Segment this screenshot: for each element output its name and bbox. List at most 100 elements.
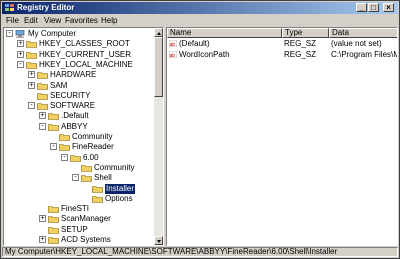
folder-icon	[48, 226, 59, 234]
folder-icon	[81, 175, 92, 182]
folder-icon	[37, 92, 48, 100]
tree-node-label: HARDWARE	[50, 70, 97, 80]
value-data: (value not set)	[331, 39, 382, 48]
tree-node[interactable]: Installer	[4, 183, 154, 194]
tree-node-label: Community	[94, 162, 135, 172]
tree-node[interactable]: + ACD Systems	[4, 235, 154, 245]
tree-node[interactable]: SETUP	[4, 225, 154, 235]
column-name[interactable]: Name	[167, 28, 282, 38]
tree-vertical-scrollbar[interactable]	[154, 28, 163, 245]
registry-app-icon	[5, 4, 14, 11]
folder-icon	[48, 216, 59, 224]
tree-node[interactable]: - 6.00	[4, 153, 154, 163]
expand-icon[interactable]: +	[17, 50, 24, 58]
expand-icon[interactable]: +	[28, 81, 35, 89]
tree-node[interactable]: - SOFTWARE	[4, 101, 154, 111]
string-value-icon: ab	[169, 40, 177, 47]
expand-icon[interactable]: +	[39, 112, 46, 120]
maximize-button[interactable]: □	[368, 3, 379, 12]
tree-node-label: SOFTWARE	[50, 101, 96, 111]
folder-icon	[48, 206, 59, 213]
tree-node[interactable]: - Shell	[4, 173, 154, 183]
folder-icon	[92, 185, 103, 193]
svg-text:ab: ab	[170, 42, 176, 47]
value-type: REG_SZ	[284, 39, 317, 48]
minimize-button[interactable]: _	[356, 3, 367, 12]
tree-node[interactable]: - My Computer	[4, 29, 154, 39]
tree-node[interactable]: Options	[4, 194, 154, 204]
registry-editor-window: Registry Editor _ □ × File Edit View Fav…	[0, 0, 400, 259]
folder-icon	[48, 237, 59, 244]
collapse-icon[interactable]: -	[50, 143, 57, 151]
folder-icon	[26, 41, 37, 49]
tree-node[interactable]: + ScanManager	[4, 214, 154, 224]
tree-node-label: FineSTI	[61, 204, 90, 214]
title-bar[interactable]: Registry Editor _ □ ×	[2, 2, 398, 14]
registry-tree-pane[interactable]: - My Computer + HKEY_CLASSES_ROOT + HKEY_CURR…	[3, 27, 164, 246]
menu-favorites[interactable]: Favorites	[65, 16, 98, 25]
column-header: Name Type Data	[167, 28, 397, 38]
menu-edit[interactable]: Edit	[24, 16, 38, 25]
tree-node[interactable]: - HKEY_LOCAL_MACHINE	[4, 60, 154, 70]
status-bar: My Computer\HKEY_LOCAL_MACHINE\SOFTWARE\…	[2, 247, 398, 257]
tree-node-label: SETUP	[61, 224, 88, 234]
folder-icon	[81, 165, 92, 172]
folder-icon	[37, 82, 48, 90]
menu-file[interactable]: File	[6, 16, 19, 25]
tree-node[interactable]: SECURITY	[4, 91, 154, 101]
tree-node[interactable]: + HARDWARE	[4, 70, 154, 80]
tree-node-label: Shell	[94, 173, 112, 183]
value-row[interactable]: ab WordIconPath REG_SZ C:\Program Files\…	[167, 49, 397, 60]
collapse-icon[interactable]: -	[72, 174, 79, 182]
tree-node[interactable]: + HKEY_CURRENT_USER	[4, 50, 154, 60]
value-row[interactable]: ab (Default) REG_SZ (value not set)	[167, 38, 397, 49]
tree-node-label: 6.00	[83, 152, 99, 162]
collapse-icon[interactable]: -	[6, 30, 13, 37]
column-type[interactable]: Type	[282, 28, 329, 38]
tree-node[interactable]: + SAM	[4, 81, 154, 91]
collapse-icon[interactable]: -	[28, 102, 35, 110]
scroll-up-button[interactable]	[154, 28, 163, 37]
tree-node-label: Community	[72, 132, 113, 141]
tree-node-label: FineReader	[72, 142, 114, 152]
scroll-down-button[interactable]	[154, 236, 163, 245]
tree-node[interactable]: - ABBYY	[4, 122, 154, 132]
tree-node[interactable]: FineSTI	[4, 204, 154, 214]
tree-node[interactable]: Community	[4, 163, 154, 173]
scroll-thumb[interactable]	[154, 37, 163, 97]
collapse-icon[interactable]: -	[17, 60, 24, 68]
tree-node[interactable]: + HKEY_CLASSES_ROOT	[4, 39, 154, 49]
tree-node[interactable]: - FineReader	[4, 142, 154, 152]
menu-bar: File Edit View Favorites Help	[2, 15, 398, 26]
folder-icon	[48, 113, 59, 121]
value-name: WordIconPath	[179, 50, 230, 59]
expand-icon[interactable]: +	[39, 215, 46, 223]
tree-node-label: ACD Systems	[61, 235, 111, 244]
svg-text:ab: ab	[170, 53, 176, 58]
expand-icon[interactable]: +	[17, 40, 24, 48]
tree-node-label: SAM	[50, 80, 68, 90]
close-button[interactable]: ×	[383, 3, 394, 12]
collapse-icon[interactable]: -	[61, 153, 68, 161]
tree-node-label: My Computer	[28, 29, 77, 38]
column-data[interactable]: Data	[329, 28, 397, 38]
expand-icon[interactable]: +	[28, 71, 35, 79]
collapse-icon[interactable]: -	[39, 122, 46, 130]
menu-help[interactable]: Help	[101, 16, 117, 25]
window-title: Registry Editor	[17, 3, 75, 12]
tree-node-label: SECURITY	[50, 90, 91, 100]
tree-node-label: ScanManager	[61, 214, 111, 224]
tree-node[interactable]: + .Default	[4, 111, 154, 121]
folder-icon	[37, 103, 48, 110]
expand-icon[interactable]: +	[39, 236, 46, 243]
computer-icon	[15, 30, 25, 38]
folder-icon	[59, 134, 70, 141]
folder-icon	[37, 72, 48, 79]
arrow-up-icon	[157, 32, 161, 35]
values-pane[interactable]: Name Type Data ab (Default) REG_SZ (valu…	[166, 27, 398, 246]
status-path: My Computer\HKEY_LOCAL_MACHINE\SOFTWARE\…	[5, 247, 338, 256]
tree-node-label: HKEY_LOCAL_MACHINE	[39, 59, 133, 69]
folder-icon	[92, 195, 103, 203]
menu-view[interactable]: View	[44, 16, 61, 25]
tree-node[interactable]: Community	[4, 132, 154, 142]
